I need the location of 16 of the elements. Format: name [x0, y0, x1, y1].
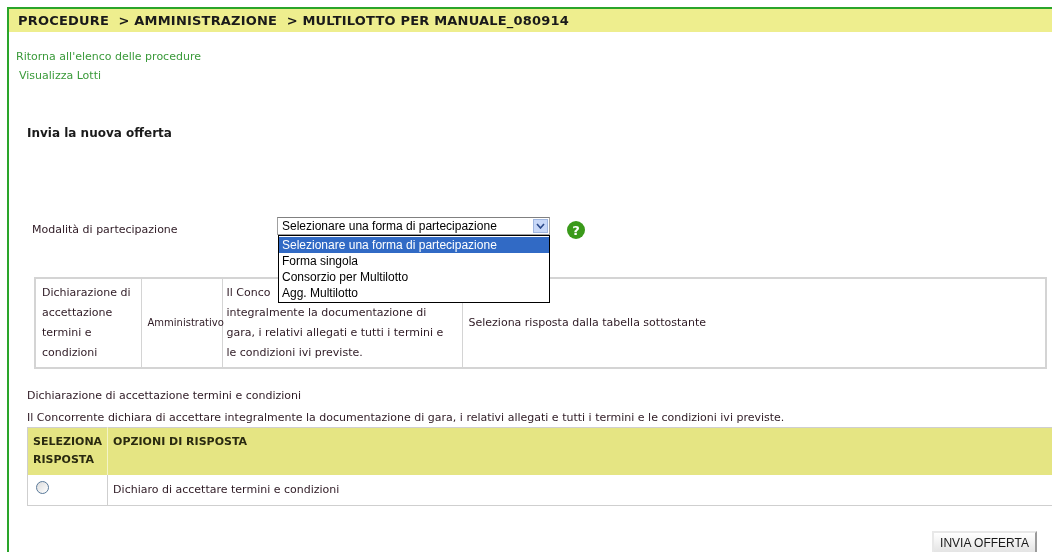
link[interactable]: Ritorna all'elenco delle procedure — [16, 49, 201, 66]
table-cell: Dichiaro di accettare termini e condizioni — [107, 474, 1052, 506]
column-header: OPZIONI DI RISPOSTA — [107, 427, 1052, 475]
declaration-text: Il Concorrente dichiara di accettare integralmente la documentazione di gara, i relativi allegati e tutti i termini e le condizioni ivi previste. — [27, 409, 786, 426]
breadcrumb: PROCEDURE > AMMINISTRAZIONE > MULTILOTTO PER MANUALE_080914 — [18, 11, 570, 31]
declaration-title: Dichiarazione di accettazione termini e condizioni — [27, 388, 303, 404]
radio-button[interactable] — [36, 480, 49, 494]
dropdown[interactable]: Selezionare una forma di partecipazione — [277, 217, 550, 235]
section-title: Invia la nuova offerta — [27, 125, 173, 142]
link[interactable]: Visualizza Lotti — [19, 67, 102, 84]
dropdown-option[interactable]: Selezionare una forma di partecipazione — [279, 237, 549, 253]
submit-button[interactable]: INVIA OFFERTA — [932, 531, 1037, 552]
dropdown-option[interactable]: Forma singola — [279, 253, 549, 269]
column-header: SELEZIONA RISPOSTA — [27, 427, 108, 475]
help-icon[interactable]: ? — [567, 221, 585, 239]
field-label: Modalità di partecipazione — [32, 222, 179, 238]
